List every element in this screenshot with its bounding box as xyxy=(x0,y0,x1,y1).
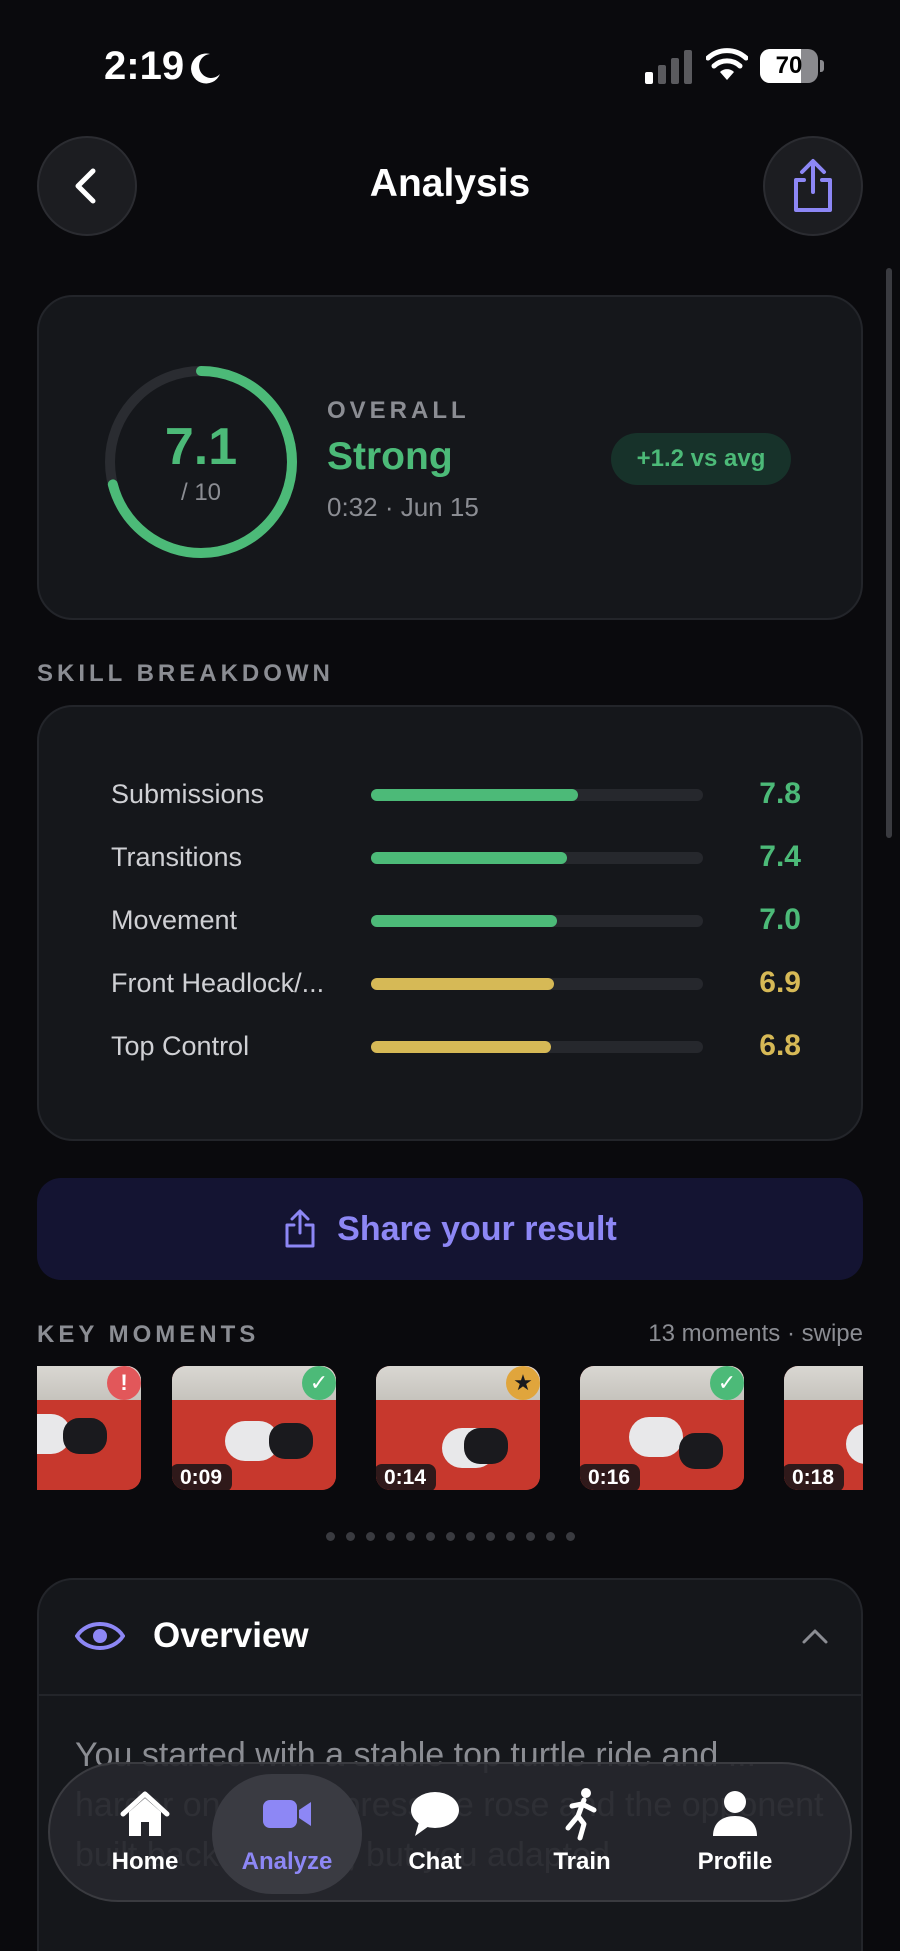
skill-name: Submissions xyxy=(111,779,265,809)
overall-score-max: / 10 xyxy=(180,479,222,506)
battery-indicator: 70 xyxy=(760,49,824,83)
skill-bar-fill xyxy=(371,978,554,990)
overview-header[interactable]: Overview xyxy=(39,1580,861,1696)
star-icon: ★ xyxy=(506,1366,540,1400)
eye-icon xyxy=(75,1622,125,1650)
tab-label: Analyze xyxy=(241,1848,333,1875)
running-figure-icon xyxy=(565,1788,597,1841)
wifi-icon xyxy=(706,48,748,80)
skill-score: 6.9 xyxy=(759,966,801,999)
skill-row: Movement 7.0 xyxy=(111,901,801,941)
tab-label: Profile xyxy=(697,1848,773,1875)
skill-bar-fill xyxy=(371,789,578,801)
overall-meta: 0:32 · Jun 15 xyxy=(327,492,479,522)
carousel-dot[interactable] xyxy=(365,1532,375,1541)
video-camera-icon xyxy=(263,1800,311,1828)
tab-profile[interactable]: Profile xyxy=(660,1774,810,1894)
overall-score: 7.1 xyxy=(164,418,238,476)
check-icon: ✓ xyxy=(710,1366,744,1400)
share-icon xyxy=(285,1209,315,1248)
skill-bar-fill xyxy=(371,852,567,864)
key-moment-timestamp: 0:18 xyxy=(784,1464,845,1490)
key-moments-carousel[interactable]: ! ✓ 0:09 ★ 0:14 ✓ 0:16 0:18 xyxy=(37,1366,863,1506)
share-button[interactable] xyxy=(763,136,863,236)
vs-average-badge: +1.2 vs avg xyxy=(611,433,791,485)
battery-level: 70 xyxy=(775,52,803,79)
tab-analyze[interactable]: Analyze xyxy=(212,1774,362,1894)
overview-title: Overview xyxy=(153,1616,309,1655)
skill-bar-track xyxy=(371,978,703,990)
skill-row: Submissions 7.8 xyxy=(111,775,801,815)
tab-label: Home xyxy=(111,1848,179,1875)
key-moment-timestamp: 0:14 xyxy=(376,1464,437,1490)
skill-row: Top Control 6.8 xyxy=(111,1027,801,1067)
overall-label: OVERALL xyxy=(327,397,470,424)
carousel-dot[interactable] xyxy=(565,1532,575,1541)
status-time: 2:19 xyxy=(104,44,185,88)
skill-score: 7.0 xyxy=(759,903,801,936)
key-moment-timestamp: 0:16 xyxy=(580,1464,641,1490)
skill-row: Transitions 7.4 xyxy=(111,838,801,878)
key-moment-thumbnail[interactable]: 0:18 xyxy=(784,1366,863,1490)
tab-home[interactable]: Home xyxy=(70,1774,220,1894)
skill-row: Front Headlock/... 6.9 xyxy=(111,964,801,1004)
skill-bar-fill xyxy=(371,1041,551,1053)
skill-bar-track xyxy=(371,915,703,927)
carousel-dot[interactable] xyxy=(545,1532,555,1541)
carousel-dot[interactable] xyxy=(505,1532,515,1541)
chevron-up-icon[interactable] xyxy=(801,1626,829,1646)
overall-rating: Strong xyxy=(327,435,453,478)
skill-name: Transitions xyxy=(111,842,243,872)
overall-score-card: 7.1 / 10 OVERALL Strong 0:32 · Jun 15 +1… xyxy=(37,295,863,620)
skill-bar-track xyxy=(371,1041,703,1053)
skill-bar-track xyxy=(371,852,703,864)
tab-chat[interactable]: Chat xyxy=(360,1774,510,1894)
carousel-dot[interactable] xyxy=(525,1532,535,1541)
key-moment-timestamp: 0:09 xyxy=(172,1464,233,1490)
tab-train[interactable]: Train xyxy=(507,1774,657,1894)
key-moments-label: KEY MOMENTS xyxy=(37,1321,260,1348)
scrollbar[interactable] xyxy=(886,268,892,838)
chat-bubble-icon xyxy=(411,1792,459,1836)
share-icon xyxy=(794,159,832,212)
carousel-dot[interactable] xyxy=(345,1532,355,1541)
carousel-page-dots xyxy=(0,1532,900,1541)
carousel-dot[interactable] xyxy=(465,1532,475,1541)
key-moment-thumbnail[interactable]: ! xyxy=(37,1366,141,1490)
skill-breakdown-card: Submissions 7.8 Transitions 7.4 Movement 7.0 F… xyxy=(37,705,863,1141)
skill-score: 7.8 xyxy=(759,777,801,810)
cellular-signal-icon xyxy=(645,50,692,84)
skill-score: 7.4 xyxy=(759,840,801,873)
skill-name: Movement xyxy=(111,905,238,935)
skill-name: Front Headlock/... xyxy=(111,968,325,998)
moon-icon xyxy=(191,53,220,84)
skill-bar-track xyxy=(371,789,703,801)
check-icon: ✓ xyxy=(302,1366,336,1400)
home-icon xyxy=(120,1791,170,1836)
key-moment-thumbnail[interactable]: ★ 0:14 xyxy=(376,1366,540,1490)
carousel-dot[interactable] xyxy=(485,1532,495,1541)
carousel-dot[interactable] xyxy=(405,1532,415,1541)
skill-score: 6.8 xyxy=(759,1029,801,1062)
carousel-dot[interactable] xyxy=(425,1532,435,1541)
tab-label: Train xyxy=(553,1848,611,1875)
key-moment-thumbnail[interactable]: ✓ 0:16 xyxy=(580,1366,744,1490)
carousel-dot[interactable] xyxy=(445,1532,455,1541)
person-icon xyxy=(713,1791,757,1836)
skill-bar-fill xyxy=(371,915,557,927)
key-moment-thumbnail[interactable]: ✓ 0:09 xyxy=(172,1366,336,1490)
tab-bar: Home Analyze Chat Train Profile xyxy=(48,1762,852,1902)
carousel-dot[interactable] xyxy=(385,1532,395,1541)
status-bar: 2:19 70 xyxy=(0,0,900,130)
skill-breakdown-label: SKILL BREAKDOWN xyxy=(37,660,334,687)
key-moments-count: 13 moments · swipe xyxy=(648,1320,863,1347)
tab-label: Chat xyxy=(408,1848,462,1875)
alert-icon: ! xyxy=(107,1366,141,1400)
carousel-dot[interactable] xyxy=(325,1532,335,1541)
share-result-button[interactable]: Share your result xyxy=(37,1178,863,1280)
skill-name: Top Control xyxy=(111,1031,250,1061)
share-result-label: Share your result xyxy=(337,1209,617,1248)
